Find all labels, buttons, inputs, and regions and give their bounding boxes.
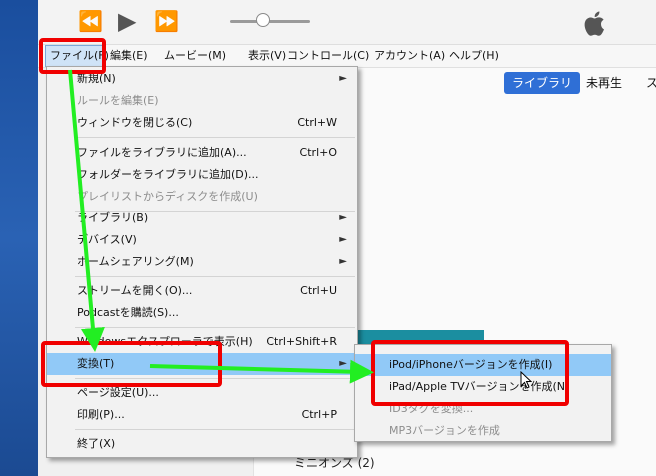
arrow-down xyxy=(68,69,105,352)
guide-arrows xyxy=(68,69,374,384)
mouse-cursor-icon xyxy=(520,371,532,389)
arrow-right xyxy=(149,359,374,384)
